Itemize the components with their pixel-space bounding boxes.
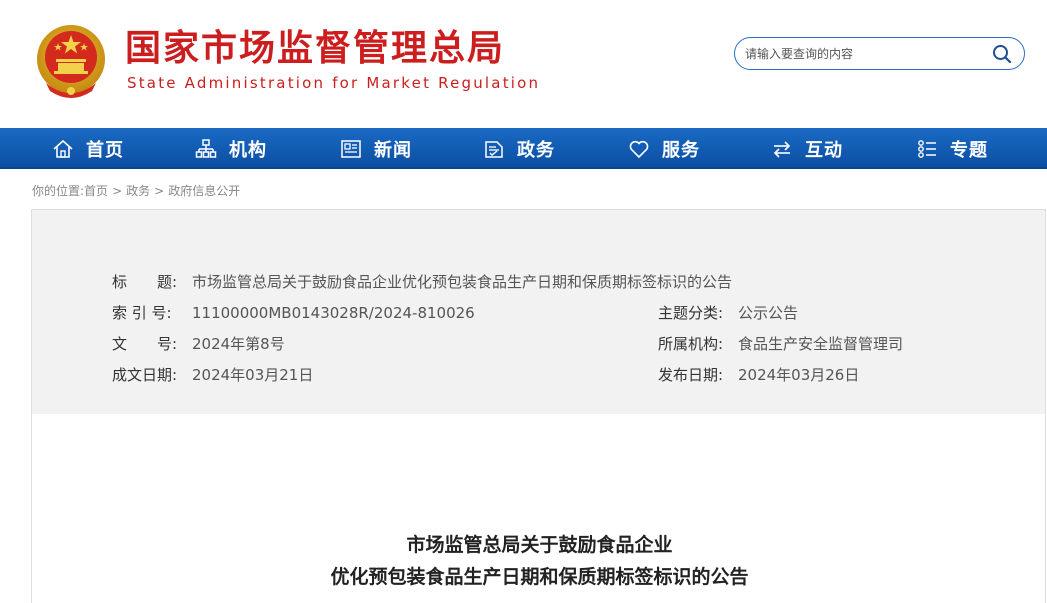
breadcrumb-link-affairs[interactable]: 政务	[126, 184, 150, 198]
meta-index-label: 索 引 号:	[112, 304, 172, 322]
nav-item-news[interactable]: 新闻	[340, 128, 412, 169]
document-meta-box: 标 题: 市场监管总局关于鼓励食品企业优化预包装食品生产日期和保质期标签标识的公告…	[31, 209, 1046, 415]
national-emblem-icon[interactable]	[36, 21, 106, 99]
meta-org-label: 所属机构:	[658, 335, 724, 353]
nav-item-home[interactable]: 首页	[52, 128, 124, 169]
meta-published-label: 发布日期:	[658, 366, 724, 384]
meta-index-value: 11100000MB0143028R/2024-810026	[192, 304, 475, 322]
breadcrumb: 你的位置:首页 > 政务 > 政府信息公开	[32, 182, 240, 199]
meta-title-label: 标 题:	[112, 273, 178, 291]
meta-docno-label: 文 号:	[112, 335, 178, 353]
meta-row-index: 索 引 号: 11100000MB0143028R/2024-810026	[112, 303, 475, 323]
news-icon	[341, 139, 361, 158]
meta-row-docno: 文 号: 2024年第8号	[112, 334, 285, 354]
exchange-arrows-icon	[773, 140, 791, 158]
government-affairs-icon	[485, 140, 503, 158]
meta-created-value: 2024年03月21日	[192, 366, 314, 384]
meta-row-published: 发布日期: 2024年03月26日	[658, 365, 859, 385]
heart-icon	[629, 140, 649, 158]
nav-item-services[interactable]: 服务	[628, 128, 700, 169]
meta-row-org: 所属机构: 食品生产安全监督管理司	[658, 334, 903, 354]
nav-item-interaction[interactable]: 互动	[771, 128, 843, 169]
meta-created-label: 成文日期:	[112, 366, 178, 384]
document-content: 市场监管总局关于鼓励食品企业 优化预包装食品生产日期和保质期标签标识的公告	[31, 414, 1046, 603]
home-icon	[53, 139, 73, 158]
nav-item-organization[interactable]: 机构	[195, 128, 267, 169]
breadcrumb-link-home[interactable]: 首页	[84, 184, 108, 198]
search-box	[734, 37, 1025, 70]
meta-published-value: 2024年03月26日	[738, 366, 860, 384]
meta-title-value: 市场监管总局关于鼓励食品企业优化预包装食品生产日期和保质期标签标识的公告	[192, 273, 733, 291]
meta-docno-value: 2024年第8号	[192, 335, 285, 353]
breadcrumb-link-gov-info[interactable]: 政府信息公开	[168, 184, 240, 198]
nav-item-government-affairs[interactable]: 政务	[483, 128, 555, 169]
nav-label: 服务	[662, 139, 700, 161]
meta-row-created: 成文日期: 2024年03月21日	[112, 365, 313, 385]
meta-category-label: 主题分类:	[658, 304, 724, 322]
meta-category-value: 公示公告	[738, 304, 799, 322]
topics-icon	[918, 139, 936, 158]
site-header: 国家市场监督管理总局 State Administration for Mark…	[0, 0, 1047, 128]
site-subtitle: State Administration for Market Regulati…	[127, 74, 541, 92]
breadcrumb-separator: >	[112, 184, 123, 198]
document-title: 市场监管总局关于鼓励食品企业 优化预包装食品生产日期和保质期标签标识的公告	[32, 529, 1047, 593]
breadcrumb-prefix: 你的位置:	[32, 184, 85, 198]
document-title-line2: 优化预包装食品生产日期和保质期标签标识的公告	[330, 566, 749, 588]
nav-label: 专题	[950, 139, 988, 161]
meta-row-category: 主题分类: 公示公告	[658, 303, 798, 323]
search-icon[interactable]	[992, 44, 1012, 64]
org-chart-icon	[195, 138, 217, 158]
nav-label: 机构	[229, 139, 267, 161]
site-title[interactable]: 国家市场监督管理总局	[125, 27, 505, 71]
breadcrumb-separator: >	[154, 184, 165, 198]
search-input[interactable]	[745, 44, 985, 64]
main-nav: 首页 机构 新闻 政务 服务 互动 专题	[0, 128, 1047, 169]
nav-item-topics[interactable]: 专题	[916, 128, 988, 169]
nav-label: 政务	[517, 139, 555, 161]
nav-label: 互动	[805, 139, 843, 161]
nav-label: 首页	[86, 139, 124, 161]
nav-label: 新闻	[374, 139, 412, 161]
meta-org-value: 食品生产安全监督管理司	[738, 335, 904, 353]
meta-row-title: 标 题: 市场监管总局关于鼓励食品企业优化预包装食品生产日期和保质期标签标识的公告	[112, 272, 732, 292]
document-title-line1: 市场监管总局关于鼓励食品企业	[406, 534, 673, 556]
